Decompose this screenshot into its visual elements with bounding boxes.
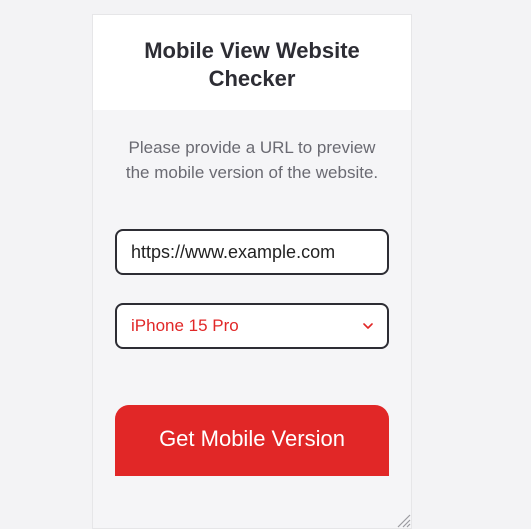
instruction-text: Please provide a URL to preview the mobi…	[115, 136, 389, 185]
device-select-value: iPhone 15 Pro	[131, 316, 239, 336]
card-body: Please provide a URL to preview the mobi…	[93, 110, 411, 528]
resize-handle-icon[interactable]	[395, 512, 411, 528]
get-mobile-version-button[interactable]: Get Mobile Version	[115, 405, 389, 476]
device-select[interactable]: iPhone 15 Pro	[115, 303, 389, 349]
page-title: Mobile View Website Checker	[93, 15, 411, 110]
checker-card: Mobile View Website Checker Please provi…	[92, 14, 412, 529]
url-input[interactable]	[115, 229, 389, 275]
chevron-down-icon	[363, 322, 373, 330]
